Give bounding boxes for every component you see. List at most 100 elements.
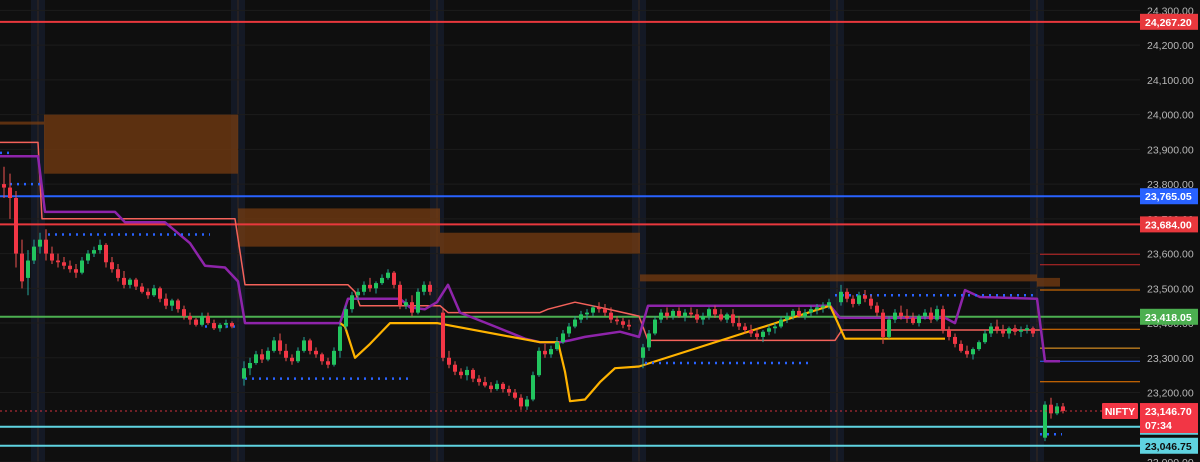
candle-47 <box>290 354 294 365</box>
candle-42 <box>260 349 264 363</box>
candle-52 <box>320 352 324 365</box>
candle-92 <box>567 323 571 337</box>
candle-41 <box>254 350 258 365</box>
candle-body <box>647 333 651 348</box>
candle-body <box>695 314 699 320</box>
candle-9 <box>56 253 60 268</box>
candle-body <box>971 349 975 355</box>
candle-170 <box>1055 402 1059 416</box>
candle-53 <box>326 357 330 369</box>
last-price-label: 23,146.70 <box>1145 406 1192 418</box>
level-tag-3: 23,418.05 <box>1140 308 1198 325</box>
candle-body <box>2 184 6 188</box>
candle-body <box>567 326 571 334</box>
candle-body <box>344 309 348 327</box>
candle-body <box>983 333 987 343</box>
symbol-badge[interactable]: NIFTY <box>1102 403 1138 420</box>
candle-91 <box>561 330 565 344</box>
candle-body <box>272 340 276 351</box>
candle-148 <box>917 314 921 327</box>
candle-body <box>809 309 813 313</box>
candle-158 <box>977 340 981 351</box>
candle-body <box>989 326 993 334</box>
candle-46 <box>284 343 288 362</box>
candle-77 <box>477 375 481 386</box>
candle-body <box>152 288 156 296</box>
candle-65 <box>398 281 402 310</box>
candle-161 <box>995 319 999 334</box>
candle-105 <box>653 316 657 336</box>
candle-84 <box>519 394 523 410</box>
candle-85 <box>525 396 529 410</box>
candle-body <box>591 307 595 313</box>
candle-131 <box>809 305 813 317</box>
candle-body <box>513 392 517 398</box>
candle-body <box>941 309 945 330</box>
candle-160 <box>989 323 993 337</box>
candle-body <box>887 319 891 337</box>
candle-body <box>380 277 384 284</box>
candle-body <box>1031 328 1035 334</box>
candle-8 <box>50 246 54 264</box>
candle-body <box>26 260 30 278</box>
candle-21 <box>128 277 132 289</box>
candle-165 <box>1019 326 1023 337</box>
resistance-zone <box>0 114 1060 287</box>
candle-body <box>110 262 114 270</box>
candle-body <box>749 330 753 334</box>
candle-body <box>465 369 469 376</box>
candle-body <box>404 302 408 306</box>
candle-body <box>122 277 126 285</box>
indicator-lines <box>0 141 1060 403</box>
candle-13 <box>80 257 84 275</box>
candle-62 <box>380 274 384 285</box>
candle-body <box>947 330 951 337</box>
candle-body <box>683 312 687 317</box>
tag-label: 23,684.00 <box>1145 219 1192 231</box>
candle-74 <box>459 368 463 379</box>
symbol-label: NIFTY <box>1105 406 1135 418</box>
candle-95 <box>585 309 589 320</box>
candle-body <box>92 250 96 254</box>
bar-countdown: 07:34 <box>1145 420 1172 432</box>
candle-136 <box>845 288 849 303</box>
candle-body <box>302 340 306 351</box>
candle-35 <box>212 319 216 330</box>
candle-body <box>128 279 132 285</box>
candle-90 <box>555 336 559 351</box>
last-price-tag: 23,146.70 07:34 <box>1140 403 1198 434</box>
candle-body <box>899 312 903 317</box>
price-chart[interactable]: 24,300.0024,200.0024,100.0024,000.0023,9… <box>0 0 1200 462</box>
candle-34 <box>206 312 210 325</box>
candle-body <box>1061 406 1065 411</box>
candle-101 <box>621 317 625 329</box>
candle-body <box>881 312 885 337</box>
candle-97 <box>597 302 601 313</box>
candle-20 <box>122 270 126 289</box>
candle-54 <box>332 347 336 367</box>
candle-body <box>356 291 360 296</box>
candle-3 <box>20 239 24 289</box>
candle-26 <box>158 286 162 303</box>
candle-75 <box>465 366 469 381</box>
candle-body <box>116 269 120 278</box>
candle-body <box>965 350 969 355</box>
candle-body <box>773 326 777 329</box>
candle-body <box>869 298 873 306</box>
candle-body <box>441 312 445 358</box>
candle-body <box>767 328 771 332</box>
candle-body <box>653 319 657 334</box>
tag-label: 23,046.75 <box>1145 441 1192 453</box>
candle-body <box>44 239 48 254</box>
candle-104 <box>647 330 651 351</box>
candle-body <box>74 269 78 273</box>
candle-body <box>338 326 342 351</box>
candle-body <box>725 314 729 320</box>
candle-17 <box>104 243 108 268</box>
candle-40 <box>248 357 252 376</box>
candle-body <box>362 284 366 292</box>
candle-156 <box>965 345 969 358</box>
candle-56 <box>344 305 348 330</box>
candle-body <box>995 326 999 330</box>
candle-body <box>218 324 222 329</box>
